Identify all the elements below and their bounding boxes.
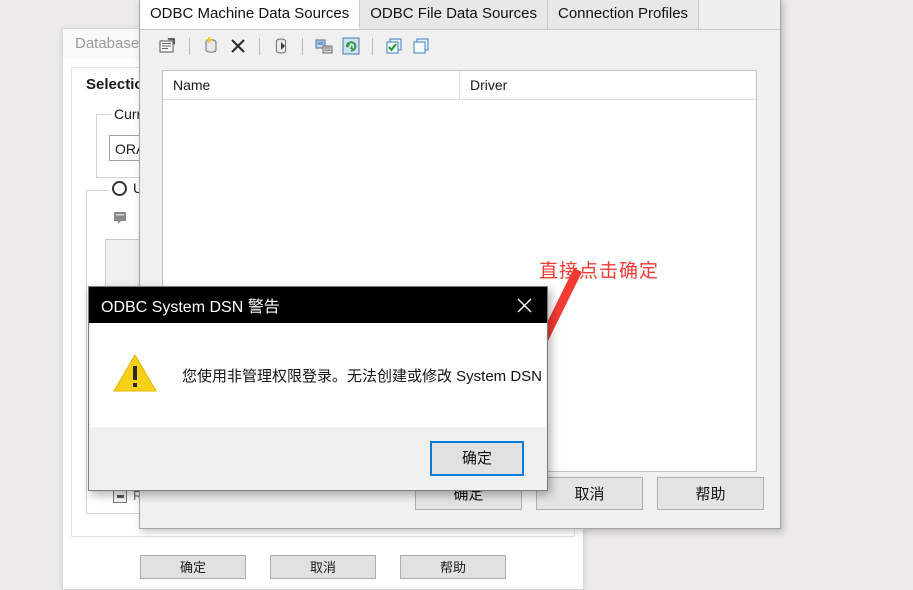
odbc-tabstrip: ODBC Machine Data Sources ODBC File Data… [140, 0, 780, 30]
toolbar-separator [302, 37, 303, 55]
copy-icon[interactable] [411, 36, 431, 56]
warning-dialog-titlebar: ODBC System DSN 警告 [89, 287, 547, 323]
database-icon[interactable] [271, 36, 291, 56]
warning-dialog-title: ODBC System DSN 警告 [101, 299, 280, 316]
test-connection-icon[interactable] [384, 36, 404, 56]
warning-message: 您使用非管理权限登录。无法创建或修改 System DSN [182, 367, 543, 385]
properties-icon[interactable] [158, 36, 178, 56]
server-icon[interactable] [314, 36, 334, 56]
bg-cancel-button[interactable]: 取消 [270, 555, 376, 579]
add-dsn-icon[interactable] [113, 209, 129, 225]
toolbar-separator [259, 37, 260, 55]
column-header-name[interactable]: Name [163, 71, 460, 99]
column-header-driver[interactable]: Driver [460, 71, 756, 99]
odbc-toolbar [140, 30, 780, 62]
odbc-system-dsn-warning-dialog: ODBC System DSN 警告 您使用非管理权限登录。无法创建或修改 Sy… [88, 286, 548, 491]
warning-ok-button[interactable]: 确定 [430, 440, 524, 476]
toolbar-separator [372, 37, 373, 55]
new-datasource-icon[interactable] [201, 36, 221, 56]
warning-dialog-body: 您使用非管理权限登录。无法创建或修改 System DSN [90, 323, 546, 427]
refresh-icon[interactable] [341, 36, 361, 56]
bg-window-buttonbar: 确定 取消 帮助 [63, 555, 583, 579]
tab-odbc-file-data-sources[interactable]: ODBC File Data Sources [360, 0, 548, 29]
odbc-help-button[interactable]: 帮助 [657, 477, 764, 510]
bg-ok-button[interactable]: 确定 [140, 555, 246, 579]
tab-connection-profiles[interactable]: Connection Profiles [547, 0, 700, 29]
warning-dialog-footer: 确定 [90, 427, 546, 489]
delete-icon[interactable] [228, 36, 248, 56]
close-icon[interactable] [502, 287, 547, 323]
bg-help-button[interactable]: 帮助 [400, 555, 506, 579]
toolbar-separator [189, 37, 190, 55]
tab-odbc-machine-data-sources[interactable]: ODBC Machine Data Sources [140, 0, 361, 29]
using-radio-button[interactable] [112, 180, 127, 196]
odbc-cancel-button[interactable]: 取消 [536, 477, 643, 510]
warning-triangle-icon [112, 352, 158, 399]
odbc-list-header: Name Driver [163, 71, 756, 100]
